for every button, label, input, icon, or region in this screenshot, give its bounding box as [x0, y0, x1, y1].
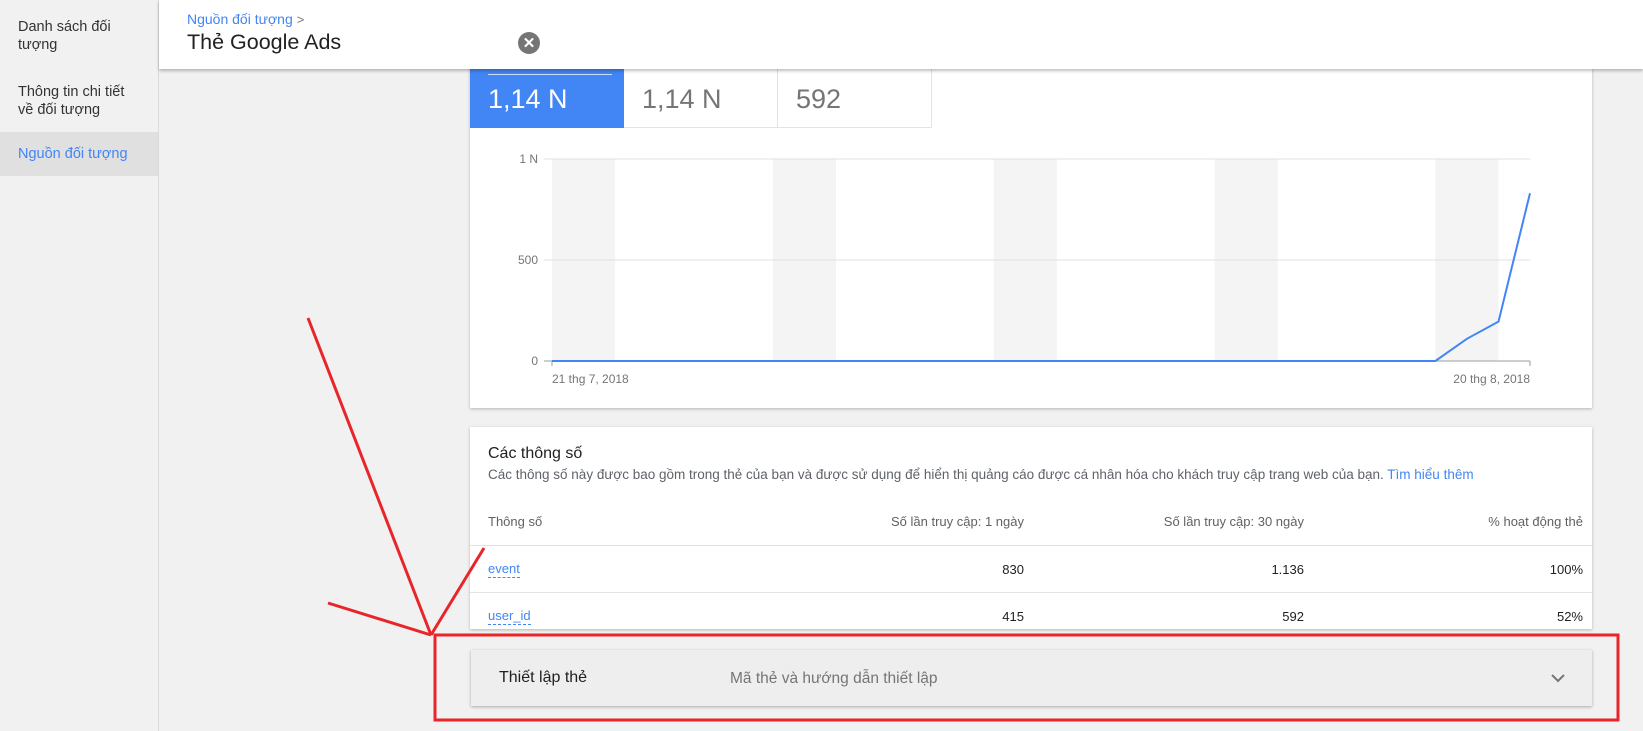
sidebar-item-label: Thông tin chi tiết về đối tượng: [18, 84, 125, 118]
chart-card: 0 500 1 N 21 thg 7, 2018 20 thg 8, 2018 1,14…: [470, 40, 1592, 408]
params-card: Các thông số Các thông số này được bao g…: [470, 427, 1592, 629]
param-cell: user_id: [488, 593, 531, 629]
y-tick-label: 1 N: [519, 152, 538, 166]
page-header: Nguồn đối tượng > Thẻ Google Ads ✕: [159, 0, 1643, 69]
sidebar-item-label: Danh sách đối tượng: [18, 19, 111, 53]
sidebar-item-audience-insights[interactable]: Thông tin chi tiết về đối tượng: [0, 70, 158, 132]
sidebar-item-audience-lists[interactable]: Danh sách đối tượng: [0, 0, 158, 70]
chevron-down-icon[interactable]: [1548, 668, 1568, 688]
param-user-id-link[interactable]: user_id: [488, 608, 531, 625]
chevron-right-icon: >: [296, 12, 305, 27]
params-description-text: Các thông số này được bao gồm trong thẻ …: [488, 467, 1384, 482]
close-icon[interactable]: ✕: [518, 32, 540, 54]
column-header-day1[interactable]: Số lần truy cập: 1 ngày: [891, 497, 1024, 545]
metric-tile-value: 1,14 N: [642, 84, 722, 114]
page-title: Thẻ Google Ads: [187, 30, 342, 54]
table-row: event 830 1.136 100%: [470, 546, 1592, 593]
setup-title: Thiết lập thẻ: [499, 669, 588, 686]
table-header-row: Thông số Số lần truy cập: 1 ngày Số lần …: [470, 497, 1592, 546]
annotation-arrow-line: [327, 601, 432, 637]
sidebar: Danh sách đối tượng Thông tin chi tiết v…: [0, 0, 159, 731]
column-header-param[interactable]: Thông số: [488, 497, 542, 545]
pct-cell: 52%: [1556, 608, 1583, 624]
table-row: user_id 415 592 52%: [470, 593, 1592, 629]
params-description: Các thông số này được bao gồm trong thẻ …: [488, 467, 1474, 482]
metric-tile-value: 592: [796, 84, 842, 114]
x-tick-label: 20 thg 8, 2018: [1453, 372, 1530, 386]
param-cell: event: [488, 546, 520, 592]
setup-description: Mã thẻ và hướng dẫn thiết lập: [730, 670, 938, 687]
y-tick-label: 500: [518, 253, 538, 267]
tile-underline: [488, 74, 612, 75]
tag-setup-panel[interactable]: Thiết lập thẻ Mã thẻ và hướng dẫn thiết …: [471, 650, 1592, 706]
day30-cell: 592: [1282, 608, 1304, 624]
x-tick-label: 21 thg 7, 2018: [552, 372, 629, 386]
column-header-pct[interactable]: % hoạt động thẻ: [1488, 497, 1583, 545]
metric-tile-value: 1,14 N: [488, 84, 568, 114]
y-tick-label: 0: [531, 354, 538, 368]
sidebar-item-label: Nguồn đối tượng: [18, 146, 128, 162]
params-title: Các thông số: [488, 445, 583, 462]
day30-cell: 1.136: [1271, 561, 1304, 577]
pct-cell: 100%: [1549, 561, 1583, 577]
breadcrumb-label: Nguồn đối tượng: [187, 11, 293, 27]
sidebar-item-audience-sources[interactable]: Nguồn đối tượng: [0, 132, 158, 176]
annotation-arrow-line: [306, 317, 433, 636]
column-header-day30[interactable]: Số lần truy cập: 30 ngày: [1164, 497, 1304, 545]
learn-more-link[interactable]: Tìm hiểu thêm: [1387, 467, 1473, 482]
breadcrumb[interactable]: Nguồn đối tượng >: [187, 11, 304, 27]
params-table: Thông số Số lần truy cập: 1 ngày Số lần …: [470, 497, 1592, 629]
day1-cell: 415: [1002, 608, 1024, 624]
param-event-link[interactable]: event: [488, 561, 520, 578]
day1-cell: 830: [1002, 561, 1024, 577]
